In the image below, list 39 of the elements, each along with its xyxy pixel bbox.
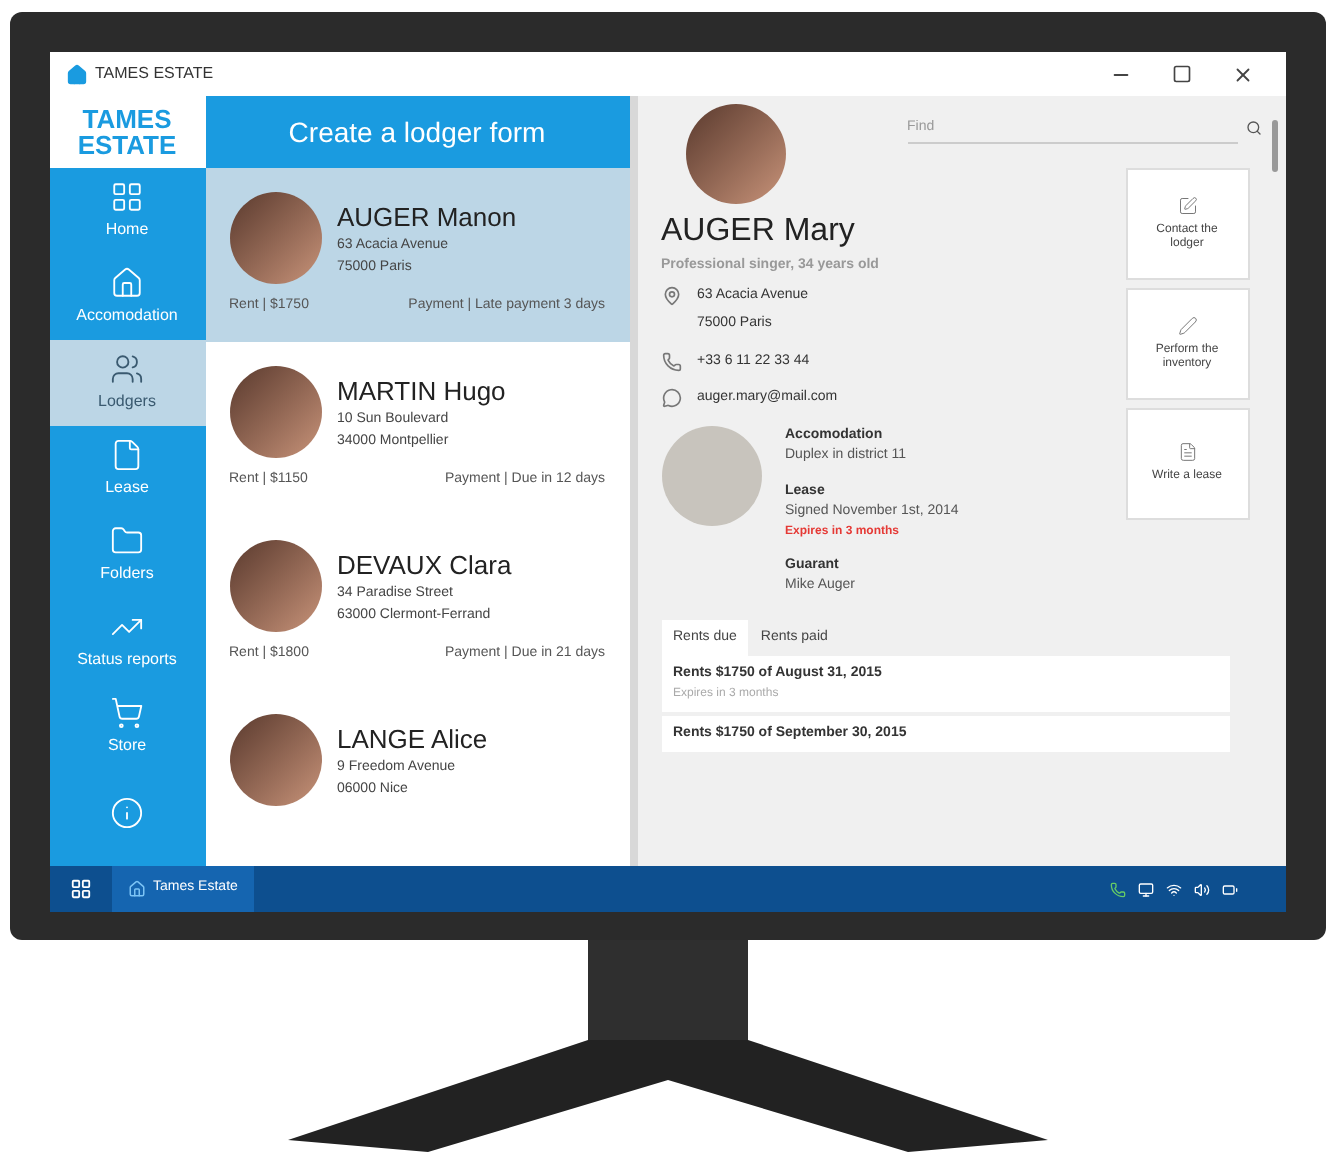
close-icon[interactable] — [1231, 63, 1253, 85]
wifi-icon[interactable] — [1165, 881, 1181, 897]
location-pin-icon — [661, 285, 681, 306]
grid-icon — [110, 180, 144, 214]
lodger-name: AUGER Manon — [337, 199, 517, 236]
avatar — [229, 714, 321, 806]
app-icon — [127, 880, 145, 898]
monitor-icon[interactable] — [1137, 881, 1153, 897]
speaker-icon[interactable] — [1193, 881, 1209, 897]
lodger-name: MARTIN Hugo — [337, 373, 506, 410]
scrollbar[interactable] — [1271, 120, 1277, 172]
lodger-name: DEVAUX Clara — [337, 547, 512, 584]
maximize-icon[interactable] — [1171, 63, 1191, 83]
people-icon — [110, 352, 144, 386]
edit-icon — [1177, 195, 1197, 215]
file-icon — [110, 438, 144, 472]
start-icon[interactable] — [69, 878, 91, 900]
cart-icon — [110, 696, 144, 730]
window-title: TAMES ESTATE — [95, 62, 214, 86]
speech-bubble-icon — [661, 388, 681, 409]
avatar — [229, 540, 321, 632]
sidebar-item[interactable]: Lodgers — [49, 340, 205, 426]
phone-icon[interactable] — [1109, 881, 1125, 897]
battery-icon[interactable] — [1221, 881, 1237, 897]
lodger-name: LANGE Alice — [337, 721, 488, 758]
list-header: Create a lodger form — [205, 96, 629, 168]
document-icon — [1177, 442, 1197, 463]
search-icon[interactable] — [1245, 120, 1261, 136]
app-icon — [65, 63, 87, 85]
phone-icon — [661, 351, 681, 372]
avatar — [229, 366, 321, 458]
avatar — [685, 104, 785, 204]
avatar — [229, 192, 321, 284]
lodger-name: AUGER Mary — [661, 212, 857, 252]
pen-icon — [1177, 315, 1197, 335]
folder-icon — [110, 524, 144, 558]
info-icon — [110, 796, 144, 830]
logo: TAMES ESTATE — [49, 96, 205, 168]
house-icon — [110, 266, 144, 300]
